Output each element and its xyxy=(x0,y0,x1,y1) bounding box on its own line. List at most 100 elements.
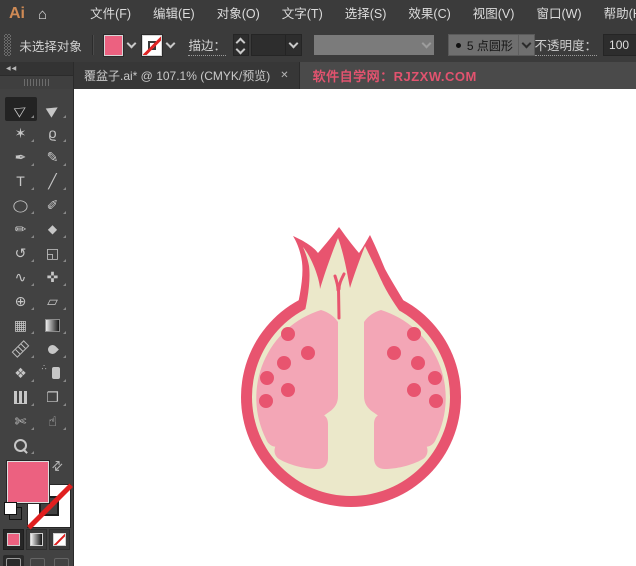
stroke-weight-select[interactable] xyxy=(250,34,303,56)
bar-chart-icon xyxy=(14,390,27,404)
watermark-text: 软件自学网：RJZXW.COM xyxy=(312,69,477,84)
seed xyxy=(407,327,421,341)
artboard-tool[interactable]: ❐ xyxy=(37,385,69,409)
menu-window[interactable]: 窗口(W) xyxy=(525,0,592,28)
chevron-down-icon[interactable] xyxy=(285,35,301,55)
magic-wand-tool[interactable]: ✶ xyxy=(5,121,37,145)
seed xyxy=(259,394,273,408)
rotate-tool[interactable]: ↺ xyxy=(5,241,37,265)
seed xyxy=(301,346,315,360)
eyedropper-tool[interactable] xyxy=(37,337,69,361)
seed xyxy=(411,356,425,370)
brush-definition-select[interactable]: 5 点圆形 xyxy=(447,34,535,56)
pen-tool[interactable]: ✒ xyxy=(5,145,37,169)
type-tool[interactable]: T xyxy=(5,169,37,193)
menu-select[interactable]: 选择(S) xyxy=(334,0,398,28)
shape-builder-tool[interactable]: ⊕ xyxy=(5,289,37,313)
draw-normal-button[interactable] xyxy=(3,555,24,566)
ruler-icon xyxy=(11,340,30,358)
stepper-down-icon[interactable] xyxy=(235,44,246,55)
document-tab[interactable]: 覆盆子.ai* @ 107.1% (CMYK/预览) ✕ xyxy=(74,62,300,89)
line-segment-tool[interactable]: ╱ xyxy=(37,169,69,193)
tab-bar: ◀◀ 覆盆子.ai* @ 107.1% (CMYK/预览) ✕ 软件自学网：RJ… xyxy=(0,62,636,89)
stroke-label[interactable]: 描边： xyxy=(188,35,226,56)
opacity-label[interactable]: 不透明度： xyxy=(534,35,598,56)
tools-panel: ▷ ▶ ✶ ϱ ✒ ✎ T ╱ ◯ ✐ ✏ ◆ ↺ ◱ ∿ ✜ ⊕ ▱ ▦ ❖ … xyxy=(0,89,74,566)
stroke-color-swatch[interactable] xyxy=(142,34,162,56)
seed xyxy=(407,383,421,397)
gradient-icon xyxy=(45,318,60,332)
swap-fill-stroke-icon[interactable]: ⇄ xyxy=(48,456,67,475)
ellipse-tool[interactable]: ◯ xyxy=(5,193,37,217)
curvature-tool[interactable]: ✎ xyxy=(37,145,69,169)
canvas[interactable] xyxy=(74,89,636,566)
draw-normal-icon xyxy=(6,557,21,566)
menu-type[interactable]: 文字(T) xyxy=(271,0,334,28)
color-icon xyxy=(7,533,20,546)
direct-selection-tool[interactable]: ▶ xyxy=(37,97,69,121)
pencil-tool[interactable]: ✏ xyxy=(5,217,37,241)
paint-mode-buttons xyxy=(3,529,70,550)
brush-preview-icon xyxy=(455,42,461,48)
symbol-sprayer-tool[interactable] xyxy=(37,361,69,385)
menu-edit[interactable]: 编辑(E) xyxy=(142,0,206,28)
draw-behind-button[interactable] xyxy=(27,555,48,566)
ai-logo: Ai xyxy=(9,5,25,22)
menu-view[interactable]: 视图(V) xyxy=(462,0,526,28)
seed xyxy=(281,327,295,341)
document-tab-title: 覆盆子.ai* @ 107.1% (CMYK/预览) xyxy=(84,69,271,83)
fill-color-dropdown[interactable] xyxy=(125,35,138,56)
collapse-panel-button[interactable]: ◀◀ xyxy=(0,62,73,76)
control-bar: 未选择对象 描边： 5 点圆形 不透明度： xyxy=(0,28,636,63)
mesh-tool[interactable]: ▦ xyxy=(5,313,37,337)
seed xyxy=(260,371,274,385)
measure-tool[interactable] xyxy=(5,337,37,361)
seed xyxy=(429,394,443,408)
puppet-warp-tool[interactable]: ✜ xyxy=(37,265,69,289)
artwork-pomegranate[interactable] xyxy=(238,226,468,512)
zoom-tool[interactable] xyxy=(5,433,37,457)
selection-tool[interactable]: ▷ xyxy=(4,97,37,121)
selection-status: 未选择对象 xyxy=(19,39,82,54)
eraser-tool[interactable]: ◆ xyxy=(37,217,69,241)
lasso-tool[interactable]: ϱ xyxy=(37,121,69,145)
menu-object[interactable]: 对象(O) xyxy=(206,0,271,28)
seed xyxy=(277,356,291,370)
color-mode-button[interactable] xyxy=(3,529,24,550)
chevron-down-icon[interactable] xyxy=(517,35,534,55)
close-tab-icon[interactable]: ✕ xyxy=(280,70,288,81)
scale-tool[interactable]: ◱ xyxy=(37,241,69,265)
menu-effect[interactable]: 效果(C) xyxy=(397,0,461,28)
panel-grip-icon[interactable] xyxy=(4,34,12,56)
gradient-tool[interactable] xyxy=(37,313,69,337)
fill-color-indicator[interactable] xyxy=(7,461,49,503)
default-fill-icon xyxy=(4,502,17,515)
tools-panel-grip[interactable] xyxy=(0,76,73,89)
draw-inside-icon xyxy=(54,557,69,566)
stroke-weight-stepper[interactable] xyxy=(233,34,249,56)
menu-help[interactable]: 帮助(H) xyxy=(593,0,636,28)
draw-inside-button[interactable] xyxy=(51,555,72,566)
default-fill-stroke-button[interactable] xyxy=(3,501,23,521)
paintbrush-tool[interactable]: ✐ xyxy=(37,193,69,217)
slice-tool[interactable]: ✄ xyxy=(5,409,37,433)
hand-tool[interactable]: ☝ xyxy=(37,409,69,433)
menu-file[interactable]: 文件(F) xyxy=(79,0,142,28)
menu-items: 文件(F) 编辑(E) 对象(O) 文字(T) 选择(S) 效果(C) 视图(V… xyxy=(79,0,636,28)
gradient-icon xyxy=(30,533,43,546)
column-graph-tool[interactable] xyxy=(5,385,37,409)
none-mode-button[interactable] xyxy=(49,529,70,550)
home-icon[interactable]: ⌂ xyxy=(38,7,47,22)
blend-tool[interactable]: ❖ xyxy=(5,361,37,385)
perspective-grid-tool[interactable]: ▱ xyxy=(37,289,69,313)
fill-color-swatch[interactable] xyxy=(103,34,124,56)
eyedropper-icon xyxy=(46,342,59,356)
stroke-color-dropdown[interactable] xyxy=(164,35,177,56)
width-tool[interactable]: ∿ xyxy=(5,265,37,289)
seed xyxy=(281,383,295,397)
opacity-input[interactable] xyxy=(603,34,636,56)
seed xyxy=(387,346,401,360)
drawing-mode-buttons xyxy=(3,555,72,566)
gradient-mode-button[interactable] xyxy=(26,529,47,550)
seed xyxy=(428,371,442,385)
